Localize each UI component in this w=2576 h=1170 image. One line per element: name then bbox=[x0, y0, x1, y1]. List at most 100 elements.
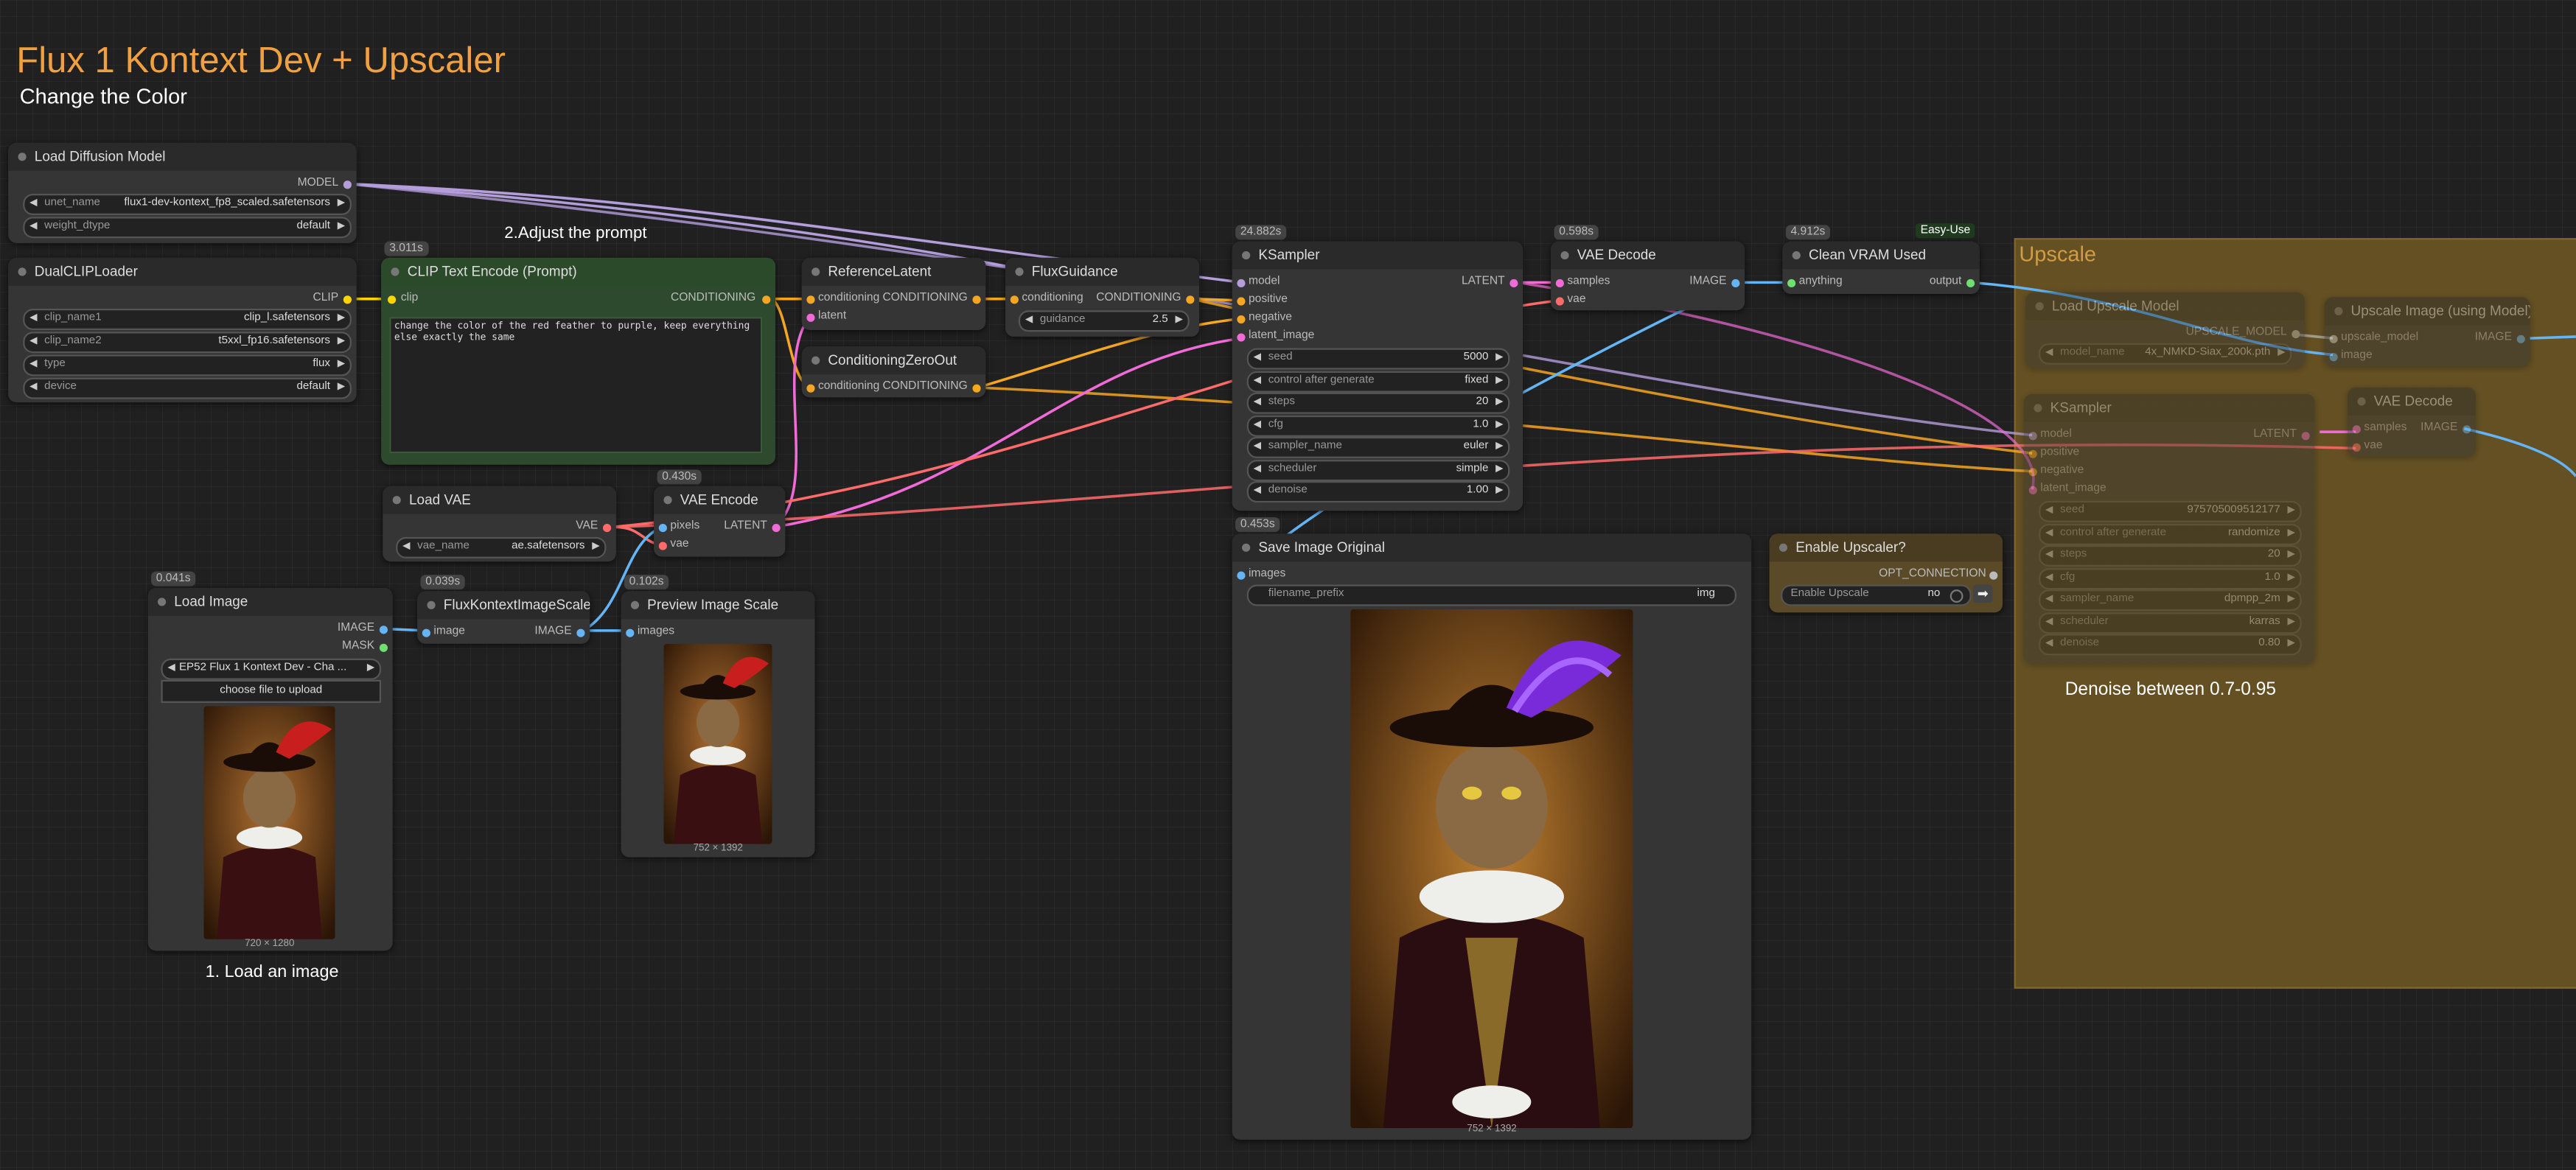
scheduler-select[interactable]: ◀ scheduler karras ▶ bbox=[2039, 612, 2302, 634]
prompt-textarea[interactable]: change the color of the red feather to p… bbox=[389, 317, 763, 454]
node-ksampler-upscale[interactable]: KSampler model LATENT positive negative … bbox=[2024, 393, 2315, 664]
input-vae-pin[interactable] bbox=[2352, 443, 2361, 452]
input-positive-pin[interactable] bbox=[2028, 449, 2037, 458]
guidance-number-input[interactable]: ◀ guidance 2.5 ▶ bbox=[1018, 310, 1190, 332]
output-output-pin[interactable] bbox=[1966, 279, 1975, 288]
node-conditioning-zero-out[interactable]: ConditioningZeroOut conditioning CONDITI… bbox=[801, 346, 986, 398]
note-prompt: 2.Adjust the prompt bbox=[504, 225, 647, 243]
output-conditioning-pin[interactable] bbox=[972, 384, 981, 393]
clip-name1-select[interactable]: ◀ clip_name1 clip_l.safetensors ▶ bbox=[23, 309, 352, 331]
input-anything-pin[interactable] bbox=[1787, 279, 1796, 288]
node-flux-guidance[interactable]: FluxGuidance conditioning CONDITIONING ◀… bbox=[1005, 257, 1200, 337]
output-image-pin[interactable] bbox=[379, 626, 388, 634]
output-model-pin[interactable] bbox=[343, 181, 352, 189]
node-upscale-image-using-model[interactable]: Upscale Image (using Model) upscale_mode… bbox=[2324, 297, 2530, 367]
node-clip-text-encode[interactable]: CLIP Text Encode (Prompt) clip CONDITION… bbox=[381, 257, 776, 465]
input-image-preview[interactable] bbox=[203, 706, 335, 939]
input-conditioning-pin[interactable] bbox=[806, 295, 815, 304]
input-negative-pin[interactable] bbox=[2028, 468, 2037, 477]
input-model-pin[interactable] bbox=[1237, 279, 1246, 288]
upscale-model-name-select[interactable]: ◀ model_name 4x_NMKD-Siax_200k.pth ▶ bbox=[2039, 343, 2292, 365]
clip-name2-select[interactable]: ◀ clip_name2 t5xxl_fp16.safetensors ▶ bbox=[23, 332, 352, 354]
input-vae-pin[interactable] bbox=[658, 542, 667, 550]
input-samples-pin[interactable] bbox=[2352, 425, 2361, 434]
output-image-preview[interactable] bbox=[1350, 609, 1633, 1129]
input-image-pin[interactable] bbox=[2329, 353, 2338, 362]
node-preview-image-scale[interactable]: Preview Image Scale images 752 × 1392 bbox=[621, 591, 815, 858]
node-load-diffusion-model[interactable]: Load Diffusion Model MODEL ◀ unet_name flu… bbox=[8, 142, 357, 243]
node-vae-decode[interactable]: VAE Decode samples IMAGE vae bbox=[1551, 241, 1745, 311]
output-latent-pin[interactable] bbox=[1509, 279, 1518, 288]
output-latent-pin[interactable] bbox=[2301, 432, 2310, 441]
output-image-pin[interactable] bbox=[2516, 334, 2525, 343]
node-reference-latent[interactable]: ReferenceLatent conditioning CONDITIONIN… bbox=[801, 257, 986, 331]
input-latent-image-pin[interactable] bbox=[1237, 333, 1246, 342]
unet-name-select[interactable]: ◀ unet_name flux1-dev-kontext_fp8_scaled.s… bbox=[23, 194, 352, 215]
run-arrow-button[interactable]: ➡ bbox=[1972, 584, 1993, 603]
filename-prefix-input[interactable]: filename_prefix img bbox=[1246, 584, 1736, 606]
control-after-generate-select[interactable]: ◀ control after generate fixed ▶ bbox=[1246, 371, 1510, 393]
input-positive-pin[interactable] bbox=[1237, 297, 1246, 306]
steps-input[interactable]: ◀ steps 20 ▶ bbox=[2039, 544, 2302, 567]
denoise-input[interactable]: ◀ denoise 0.80 ▶ bbox=[2039, 634, 2302, 656]
sampler-name-select[interactable]: ◀ sampler_name dpmpp_2m ▶ bbox=[2039, 589, 2302, 612]
node-save-image-original[interactable]: Save Image Original images filename_pref… bbox=[1232, 533, 1752, 1140]
denoise-input[interactable]: ◀ denoise 1.00 ▶ bbox=[1246, 481, 1510, 503]
input-clip-pin[interactable] bbox=[388, 295, 397, 304]
output-opt-connection-pin[interactable] bbox=[1989, 571, 1998, 580]
input-latent-pin[interactable] bbox=[806, 313, 815, 322]
output-image-pin[interactable] bbox=[576, 628, 585, 637]
output-upscale-model-pin[interactable] bbox=[2291, 330, 2300, 339]
steps-input[interactable]: ◀ steps 20 ▶ bbox=[1246, 392, 1510, 414]
sampler-name-select[interactable]: ◀ sampler_name euler ▶ bbox=[1246, 436, 1510, 458]
input-conditioning-pin[interactable] bbox=[806, 384, 815, 393]
output-model-label: MODEL bbox=[297, 177, 339, 189]
output-vae-pin[interactable] bbox=[603, 524, 612, 533]
output-image-pin[interactable] bbox=[2462, 425, 2471, 434]
node-ksampler[interactable]: KSampler model LATENT positive negative … bbox=[1232, 241, 1523, 511]
node-flux-kontext-image-scale[interactable]: FluxKontextImageScale image IMAGE bbox=[417, 591, 590, 644]
seed-input[interactable]: ◀ seed 5000 ▶ bbox=[1246, 348, 1510, 370]
input-model-pin[interactable] bbox=[2028, 432, 2037, 441]
node-vae-decode-upscale[interactable]: VAE Decode samples IMAGE vae bbox=[2348, 388, 2476, 457]
node-load-vae[interactable]: Load VAE VAE ◀ vae_name ae.safetensors ▶ bbox=[383, 486, 616, 562]
node-title: Load Upscale Model bbox=[2051, 297, 2179, 314]
node-vae-encode[interactable]: VAE Encode pixels LATENT vae bbox=[654, 486, 786, 557]
input-image-pin[interactable] bbox=[422, 628, 430, 637]
enable-upscale-toggle[interactable]: Enable Upscale no bbox=[1781, 584, 1972, 606]
cfg-input[interactable]: ◀ cfg 1.0 ▶ bbox=[2039, 568, 2302, 590]
output-conditioning-pin[interactable] bbox=[762, 295, 771, 304]
node-enable-upscaler[interactable]: Enable Upscaler? OPT_CONNECTION Enable U… bbox=[1769, 533, 2003, 613]
output-image-pin[interactable] bbox=[1731, 279, 1740, 288]
output-latent-pin[interactable] bbox=[772, 524, 781, 533]
vae-name-select[interactable]: ◀ vae_name ae.safetensors ▶ bbox=[396, 536, 607, 558]
input-vae-pin[interactable] bbox=[1555, 297, 1564, 306]
input-images-pin[interactable] bbox=[1237, 571, 1246, 580]
node-load-image[interactable]: Load Image IMAGE MASK ◀ EP52 Flux 1 Konte… bbox=[147, 587, 393, 951]
node-clean-vram-used[interactable]: Clean VRAM Used anything output bbox=[1782, 241, 1980, 294]
scheduler-select[interactable]: ◀ scheduler simple ▶ bbox=[1246, 460, 1510, 482]
device-select[interactable]: ◀ device default ▶ bbox=[23, 377, 352, 399]
output-conditioning-pin[interactable] bbox=[1186, 295, 1195, 304]
upload-button[interactable]: choose file to upload bbox=[161, 679, 382, 703]
image-file-select[interactable]: ◀ EP52 Flux 1 Kontext Dev - Cha ... ▶ bbox=[161, 658, 382, 680]
seed-input[interactable]: ◀ seed 975705009512177 ▶ bbox=[2039, 500, 2302, 522]
output-conditioning-pin[interactable] bbox=[972, 295, 981, 304]
node-load-upscale-model[interactable]: Load Upscale Model UPSCALE_MODEL ◀ model_… bbox=[2025, 292, 2306, 368]
scaled-image-preview[interactable] bbox=[663, 643, 772, 844]
output-mask-pin[interactable] bbox=[379, 643, 388, 652]
input-latent-image-pin[interactable] bbox=[2028, 486, 2037, 494]
input-upscale-model-pin[interactable] bbox=[2329, 334, 2338, 343]
weight-dtype-select[interactable]: ◀ weight_dtype default ▶ bbox=[23, 217, 352, 239]
input-images-pin[interactable] bbox=[626, 628, 635, 637]
input-samples-pin[interactable] bbox=[1555, 279, 1564, 288]
input-conditioning-pin[interactable] bbox=[1010, 295, 1019, 304]
node-dual-clip-loader[interactable]: DualCLIPLoader CLIP ◀ clip_name1 clip_l.sa… bbox=[8, 257, 357, 403]
type-select[interactable]: ◀ type flux ▶ bbox=[23, 354, 352, 376]
output-clip-pin[interactable] bbox=[343, 295, 352, 304]
control-after-generate-select[interactable]: ◀ control after generate randomize ▶ bbox=[2039, 524, 2302, 545]
input-pixels-pin[interactable] bbox=[658, 524, 667, 533]
cfg-input[interactable]: ◀ cfg 1.0 ▶ bbox=[1246, 415, 1510, 437]
input-negative-pin[interactable] bbox=[1237, 315, 1246, 324]
save-image-time-badge: 0.453s bbox=[1235, 517, 1280, 533]
